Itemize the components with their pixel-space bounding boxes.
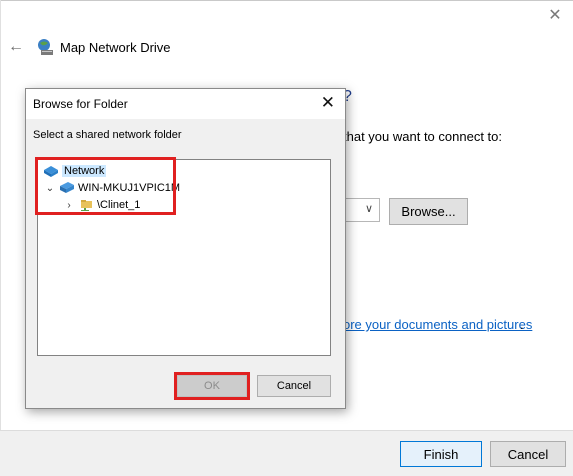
close-icon[interactable]: ✕: [547, 8, 563, 24]
back-arrow-icon[interactable]: ←: [8, 38, 24, 56]
browse-for-folder-dialog: Browse for Folder ✕ Select a shared netw…: [25, 88, 346, 409]
folder-combobox[interactable]: ∨: [343, 198, 380, 222]
wizard-title: Map Network Drive: [60, 40, 171, 55]
network-drive-icon: [38, 39, 53, 55]
browse-button[interactable]: Browse...: [389, 198, 468, 225]
dialog-title: Browse for Folder: [33, 97, 128, 111]
ok-highlight-box: [174, 372, 250, 400]
chevron-down-icon[interactable]: ∨: [365, 202, 373, 215]
dialog-caption: Select a shared network folder: [33, 129, 182, 141]
tree-highlight-box: [35, 157, 176, 215]
store-documents-link[interactable]: ore your documents and pictures: [343, 317, 532, 332]
window-top-border: [0, 0, 573, 1]
dialog-titlebar: Browse for Folder ✕: [26, 89, 345, 119]
dialog-cancel-button[interactable]: Cancel: [257, 375, 331, 397]
link-period: .: [520, 317, 524, 332]
finish-button[interactable]: Finish: [400, 441, 482, 467]
wizard-instruction: that you want to connect to:: [343, 129, 502, 144]
wizard-footer: [0, 430, 573, 476]
dialog-close-icon[interactable]: ✕: [321, 94, 335, 111]
window-left-edge: [0, 0, 1, 475]
cancel-button[interactable]: Cancel: [490, 441, 566, 467]
